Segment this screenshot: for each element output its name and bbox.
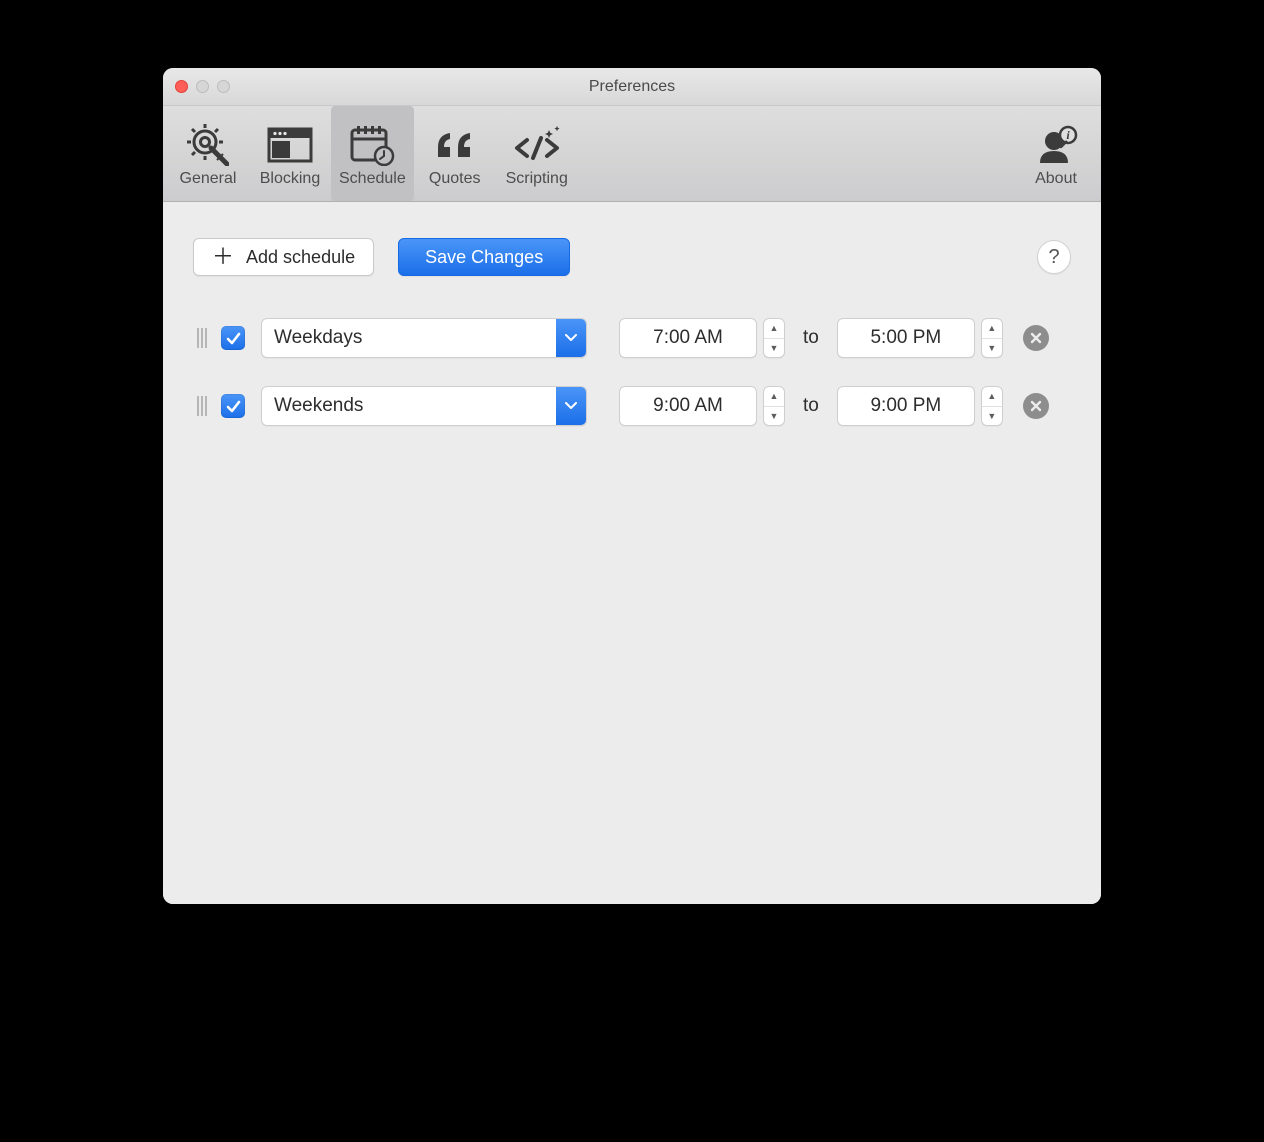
stepper-up-icon[interactable]: ▲	[982, 387, 1002, 407]
toolbar: General Blocking	[163, 106, 1101, 202]
chevron-down-icon	[556, 319, 586, 357]
tab-label: General	[180, 170, 237, 188]
code-icon	[511, 122, 563, 168]
period-value: Weekdays	[262, 327, 362, 349]
stepper-down-icon[interactable]: ▼	[982, 407, 1002, 426]
preferences-window: Preferences	[163, 68, 1101, 904]
titlebar: Preferences	[163, 68, 1101, 106]
tab-label: About	[1035, 170, 1077, 188]
window-layout-icon	[267, 122, 313, 168]
save-changes-button[interactable]: Save Changes	[398, 238, 570, 276]
delete-schedule-button[interactable]	[1023, 325, 1049, 351]
end-time-value: 9:00 PM	[870, 395, 941, 417]
tab-general[interactable]: General	[167, 106, 249, 201]
add-schedule-button[interactable]: ＋ Add schedule	[193, 238, 374, 276]
schedule-row: Weekdays 7:00 AM ▲ ▼ to 5:00 PM	[193, 318, 1071, 358]
plus-icon: ＋	[212, 246, 234, 268]
add-schedule-label: Add schedule	[246, 247, 355, 268]
schedule-row: Weekends 9:00 AM ▲ ▼ to 9:00 PM	[193, 386, 1071, 426]
window-title: Preferences	[163, 78, 1101, 96]
help-icon: ?	[1048, 246, 1059, 269]
save-changes-label: Save Changes	[425, 247, 543, 268]
start-time-value: 7:00 AM	[653, 327, 723, 349]
drag-handle-icon[interactable]	[193, 328, 211, 348]
end-time-stepper[interactable]: ▲ ▼	[981, 318, 1003, 358]
action-row: ＋ Add schedule Save Changes ?	[193, 238, 1071, 276]
schedule-enabled-checkbox[interactable]	[221, 326, 245, 350]
gear-icon	[187, 122, 229, 168]
period-select[interactable]: Weekdays	[261, 318, 587, 358]
tab-quotes[interactable]: Quotes	[414, 106, 496, 201]
delete-schedule-button[interactable]	[1023, 393, 1049, 419]
minimize-window-button[interactable]	[196, 80, 209, 93]
close-window-button[interactable]	[175, 80, 188, 93]
help-button[interactable]: ?	[1037, 240, 1071, 274]
to-label: to	[803, 327, 819, 349]
to-label: to	[803, 395, 819, 417]
end-time-input[interactable]: 5:00 PM	[837, 318, 975, 358]
tab-schedule[interactable]: Schedule	[331, 106, 414, 201]
end-time-stepper[interactable]: ▲ ▼	[981, 386, 1003, 426]
stepper-down-icon[interactable]: ▼	[982, 339, 1002, 358]
start-time-stepper[interactable]: ▲ ▼	[763, 318, 785, 358]
traffic-lights	[175, 80, 230, 93]
end-time-value: 5:00 PM	[870, 327, 941, 349]
start-time-input[interactable]: 9:00 AM	[619, 386, 757, 426]
start-time-stepper[interactable]: ▲ ▼	[763, 386, 785, 426]
stepper-down-icon[interactable]: ▼	[764, 339, 784, 358]
chevron-down-icon	[556, 387, 586, 425]
schedule-list: Weekdays 7:00 AM ▲ ▼ to 5:00 PM	[193, 318, 1071, 426]
tab-label: Blocking	[260, 170, 320, 188]
stepper-up-icon[interactable]: ▲	[764, 319, 784, 339]
quotes-icon	[432, 122, 478, 168]
stepper-up-icon[interactable]: ▲	[982, 319, 1002, 339]
period-select[interactable]: Weekends	[261, 386, 587, 426]
calendar-clock-icon	[349, 122, 395, 168]
tab-label: Quotes	[429, 170, 481, 188]
stepper-down-icon[interactable]: ▼	[764, 407, 784, 426]
start-time-input[interactable]: 7:00 AM	[619, 318, 757, 358]
tab-about[interactable]: i About	[1015, 106, 1097, 201]
tab-label: Scripting	[506, 170, 568, 188]
tab-scripting[interactable]: Scripting	[496, 106, 578, 201]
stepper-up-icon[interactable]: ▲	[764, 387, 784, 407]
end-time-input[interactable]: 9:00 PM	[837, 386, 975, 426]
schedule-pane: ＋ Add schedule Save Changes ? Weekdays	[163, 202, 1101, 904]
tab-label: Schedule	[339, 170, 406, 188]
drag-handle-icon[interactable]	[193, 396, 211, 416]
person-info-icon: i	[1034, 122, 1078, 168]
tab-blocking[interactable]: Blocking	[249, 106, 331, 201]
zoom-window-button[interactable]	[217, 80, 230, 93]
period-value: Weekends	[262, 395, 363, 417]
start-time-value: 9:00 AM	[653, 395, 723, 417]
schedule-enabled-checkbox[interactable]	[221, 394, 245, 418]
